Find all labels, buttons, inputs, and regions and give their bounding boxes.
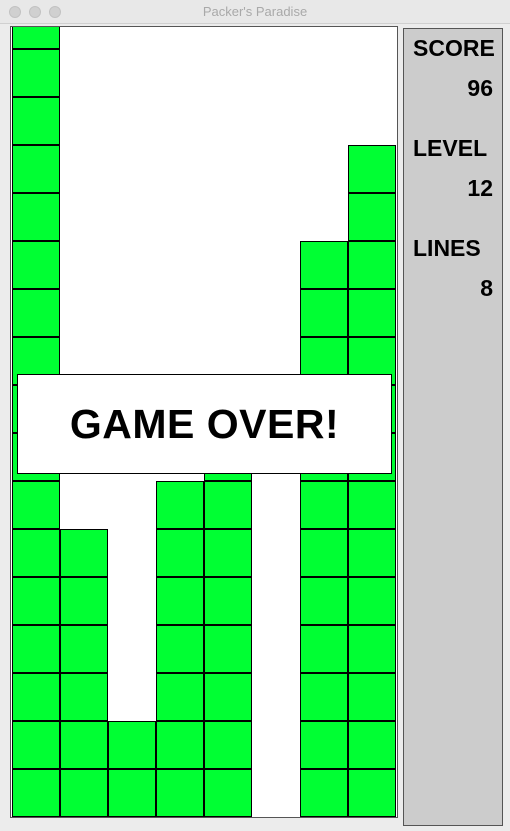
- score-value: 96: [467, 75, 493, 101]
- game-window: Packer's Paradise GAME OVER! SCORE 96 LE…: [0, 0, 510, 831]
- block-cell: [60, 769, 108, 817]
- block-cell: [156, 529, 204, 577]
- block-cell: [204, 577, 252, 625]
- block-cell: [12, 481, 60, 529]
- block-cell: [348, 193, 396, 241]
- block-cell: [204, 673, 252, 721]
- block-cell: [204, 721, 252, 769]
- block-cell: [348, 481, 396, 529]
- block-cell: [156, 577, 204, 625]
- lines-label: LINES: [413, 235, 481, 261]
- score-label: SCORE: [413, 35, 495, 61]
- block-cell: [348, 721, 396, 769]
- block-cell: [300, 529, 348, 577]
- block-cell: [348, 289, 396, 337]
- block-cell: [12, 97, 60, 145]
- block-cell: [156, 481, 204, 529]
- block-cell: [12, 145, 60, 193]
- window-title: Packer's Paradise: [202, 4, 308, 19]
- block-cell: [12, 721, 60, 769]
- stats-panel: SCORE 96 LEVEL 12 LINES 8: [403, 28, 503, 826]
- block-cell: [12, 27, 60, 49]
- block-cell: [204, 625, 252, 673]
- block-cell: [348, 769, 396, 817]
- block-cell: [12, 289, 60, 337]
- block-cell: [156, 673, 204, 721]
- block-cell: [204, 769, 252, 817]
- lines-value: 8: [480, 275, 493, 301]
- block-cell: [156, 721, 204, 769]
- block-cell: [300, 289, 348, 337]
- block-cell: [12, 625, 60, 673]
- block-cell: [300, 625, 348, 673]
- block-cell: [60, 529, 108, 577]
- block-cell: [300, 721, 348, 769]
- title-bar: Packer's Paradise: [0, 0, 510, 24]
- block-cell: [348, 577, 396, 625]
- block-cell: [348, 241, 396, 289]
- block-cell: [300, 577, 348, 625]
- block-cell: [60, 625, 108, 673]
- block-cell: [300, 481, 348, 529]
- block-cell: [60, 721, 108, 769]
- block-cell: [300, 769, 348, 817]
- block-cell: [300, 241, 348, 289]
- block-cell: [108, 769, 156, 817]
- block-cell: [12, 193, 60, 241]
- block-cell: [12, 241, 60, 289]
- block-cell: [108, 721, 156, 769]
- block-cell: [156, 625, 204, 673]
- block-cell: [156, 769, 204, 817]
- block-cell: [60, 577, 108, 625]
- block-cell: [60, 673, 108, 721]
- game-over-overlay: GAME OVER!: [17, 374, 392, 474]
- block-cell: [348, 145, 396, 193]
- block-cell: [12, 577, 60, 625]
- block-cell: [204, 481, 252, 529]
- block-cell: [348, 625, 396, 673]
- block-cell: [12, 49, 60, 97]
- game-over-message: GAME OVER!: [69, 400, 340, 447]
- level-label: LEVEL: [413, 135, 488, 161]
- block-cell: [12, 769, 60, 817]
- block-cell: [348, 673, 396, 721]
- block-cell: [12, 529, 60, 577]
- block-cell: [348, 529, 396, 577]
- block-cell: [12, 673, 60, 721]
- block-cell: [204, 529, 252, 577]
- level-value: 12: [467, 175, 493, 201]
- block-cell: [300, 673, 348, 721]
